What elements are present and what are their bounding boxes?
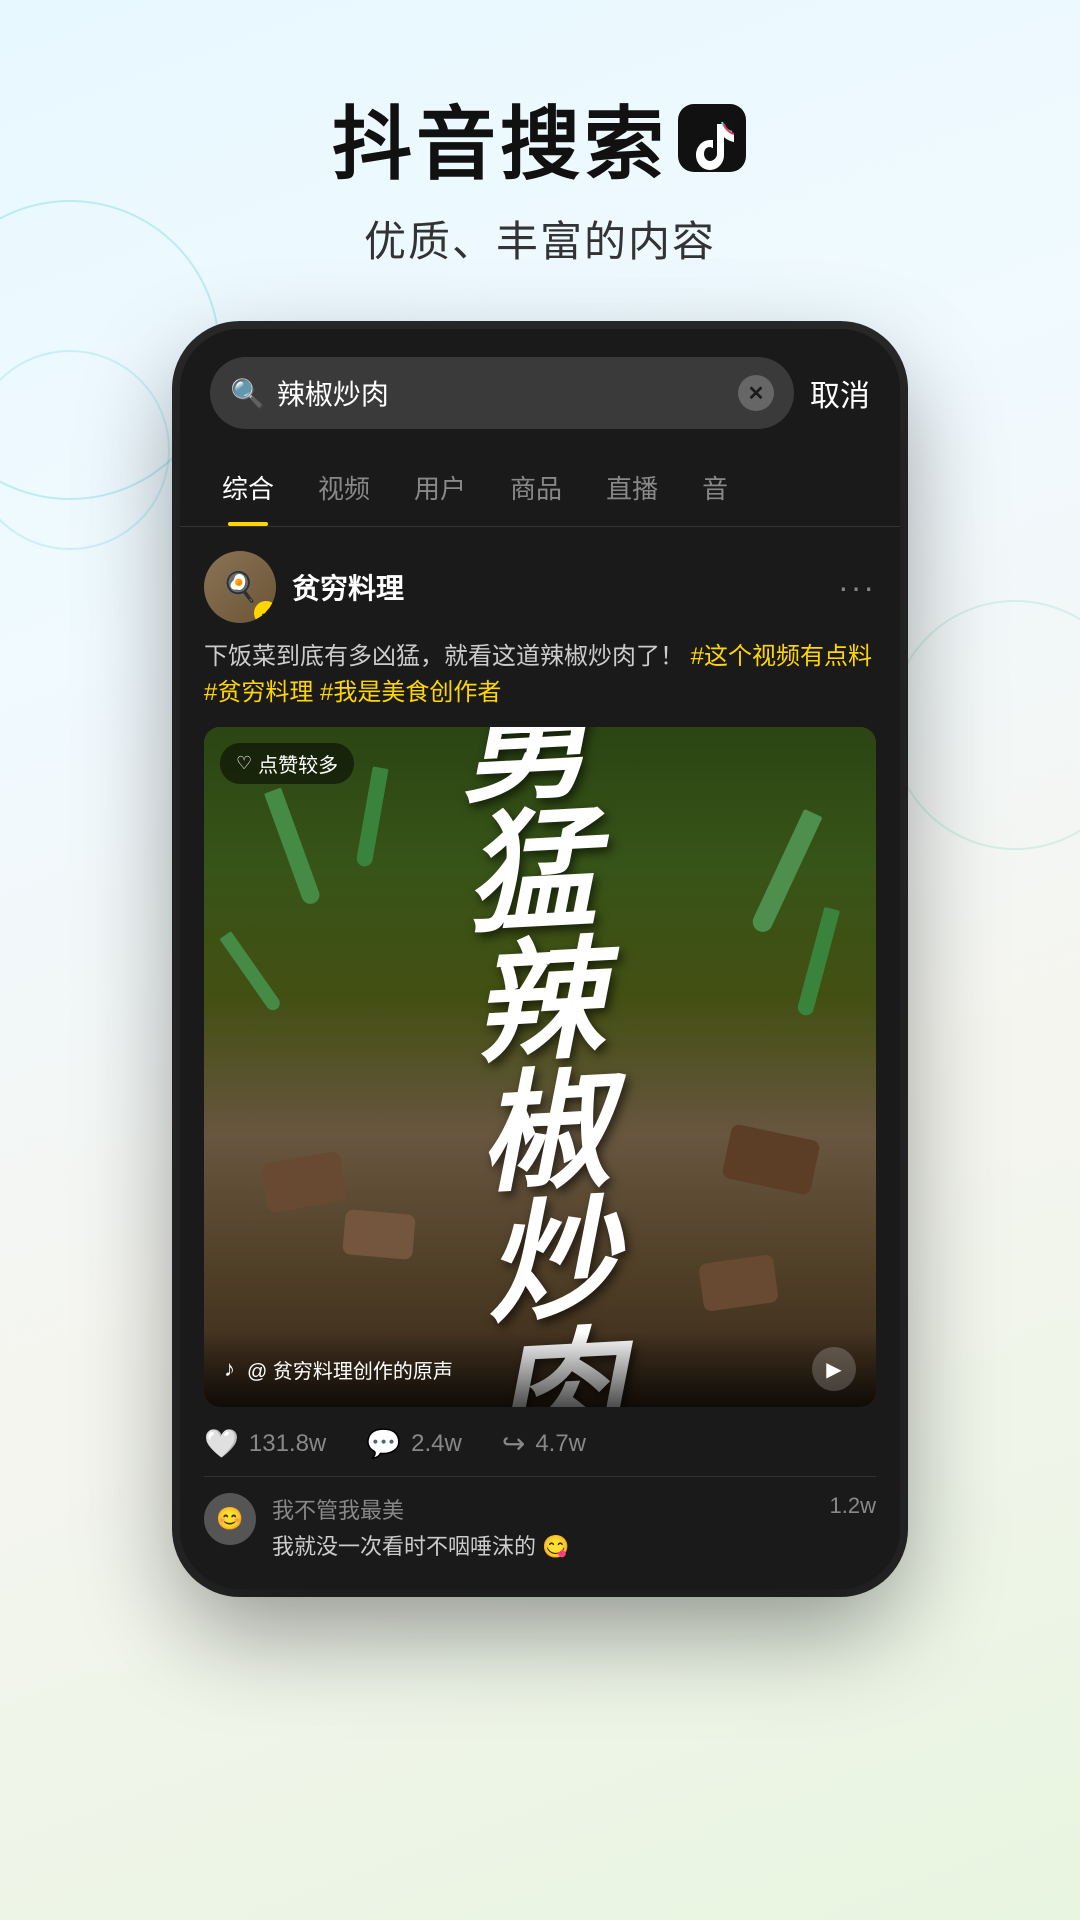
video-thumbnail[interactable]: 勇猛辣椒炒肉 点赞较多 ♪ @ 贫穷料理创作的原声 ▶ xyxy=(204,727,876,1407)
comment-author: 我不管我最美 xyxy=(272,1493,814,1525)
comments-stat[interactable]: 💬 2.4w xyxy=(366,1427,462,1460)
comment-avatar: 😊 xyxy=(204,1493,256,1545)
heart-icon: 🤍 xyxy=(204,1427,239,1460)
audio-credit: @ 贫穷料理创作的原声 xyxy=(247,1355,800,1384)
post-text: 下饭菜到底有多凶猛，就看这道辣椒炒肉了！ #这个视频有点料 #贫穷料理 #我是美… xyxy=(204,639,876,711)
search-content: 🍳 ✓ 贫穷料理 ··· 下饭菜到底有多凶猛，就看这道辣椒炒肉了！ #这个视频有… xyxy=(180,527,900,1589)
tab-comprehensive[interactable]: 综合 xyxy=(200,449,296,526)
comment-preview: 😊 我不管我最美 我就没一次看时不咽唾沫的 😋 1.2w xyxy=(204,1476,876,1589)
verified-badge: ✓ xyxy=(254,601,276,623)
video-tag: 点赞较多 xyxy=(220,743,354,784)
comment-count: 1.2w xyxy=(830,1493,876,1519)
video-bottom-bar: ♪ @ 贫穷料理创作的原声 ▶ xyxy=(204,1331,876,1407)
comment-content: 我不管我最美 我就没一次看时不咽唾沫的 😋 xyxy=(272,1493,814,1561)
tab-user[interactable]: 用户 xyxy=(392,449,488,526)
tab-video[interactable]: 视频 xyxy=(296,449,392,526)
food-background: 勇猛辣椒炒肉 xyxy=(204,727,876,1407)
user-info: 🍳 ✓ 贫穷料理 xyxy=(204,551,404,623)
video-title-chinese: 勇猛辣椒炒肉 xyxy=(456,727,625,1407)
post-user-row: 🍳 ✓ 贫穷料理 ··· xyxy=(204,551,876,623)
search-tabs: 综合 视频 用户 商品 直播 音 xyxy=(180,449,900,527)
video-title-overlay: 勇猛辣椒炒肉 xyxy=(204,727,876,1407)
header-subtitle: 优质、丰富的内容 xyxy=(0,208,1080,269)
tab-audio[interactable]: 音 xyxy=(680,449,750,526)
shares-count: 4.7w xyxy=(535,1430,586,1458)
tab-product[interactable]: 商品 xyxy=(488,449,584,526)
tiktok-logo-icon xyxy=(676,102,748,174)
play-button[interactable]: ▶ xyxy=(812,1347,856,1391)
search-bar[interactable]: 🔍 辣椒炒肉 ✕ xyxy=(210,357,794,429)
search-clear-button[interactable]: ✕ xyxy=(738,375,774,411)
stats-row: 🤍 131.8w 💬 2.4w ↪ 4.7w xyxy=(204,1407,876,1476)
search-input[interactable]: 辣椒炒肉 xyxy=(277,373,726,413)
search-cancel-button[interactable]: 取消 xyxy=(810,371,870,415)
phone-body: 🔍 辣椒炒肉 ✕ 取消 综合 视频 用户 商品 直播 音 xyxy=(180,329,900,1589)
more-options-button[interactable]: ··· xyxy=(838,569,876,606)
likes-stat[interactable]: 🤍 131.8w xyxy=(204,1427,326,1460)
username[interactable]: 贫穷料理 xyxy=(292,567,404,607)
post-text-main: 下饭菜到底有多凶猛，就看这道辣椒炒肉了！ xyxy=(204,643,684,670)
app-title: 抖音搜索 xyxy=(0,80,1080,196)
likes-count: 131.8w xyxy=(249,1430,326,1458)
comments-count: 2.4w xyxy=(411,1430,462,1458)
share-icon: ↪ xyxy=(502,1427,525,1460)
video-tag-text: 点赞较多 xyxy=(258,749,338,778)
comment-icon: 💬 xyxy=(366,1427,401,1460)
tiktok-small-icon: ♪ xyxy=(224,1356,235,1382)
phone-mockup: 🔍 辣椒炒肉 ✕ 取消 综合 视频 用户 商品 直播 音 xyxy=(0,329,1080,1589)
search-bar-container: 🔍 辣椒炒肉 ✕ 取消 xyxy=(180,329,900,449)
app-title-text: 抖音搜索 xyxy=(332,80,668,196)
header-section: 抖音搜索 优质、丰富的内容 xyxy=(0,0,1080,309)
comment-row: 😊 我不管我最美 我就没一次看时不咽唾沫的 😋 1.2w xyxy=(204,1493,876,1561)
tab-live[interactable]: 直播 xyxy=(584,449,680,526)
shares-stat[interactable]: ↪ 4.7w xyxy=(502,1427,586,1460)
avatar: 🍳 ✓ xyxy=(204,551,276,623)
search-icon: 🔍 xyxy=(230,377,265,410)
comment-text: 我就没一次看时不咽唾沫的 😋 xyxy=(272,1529,814,1561)
